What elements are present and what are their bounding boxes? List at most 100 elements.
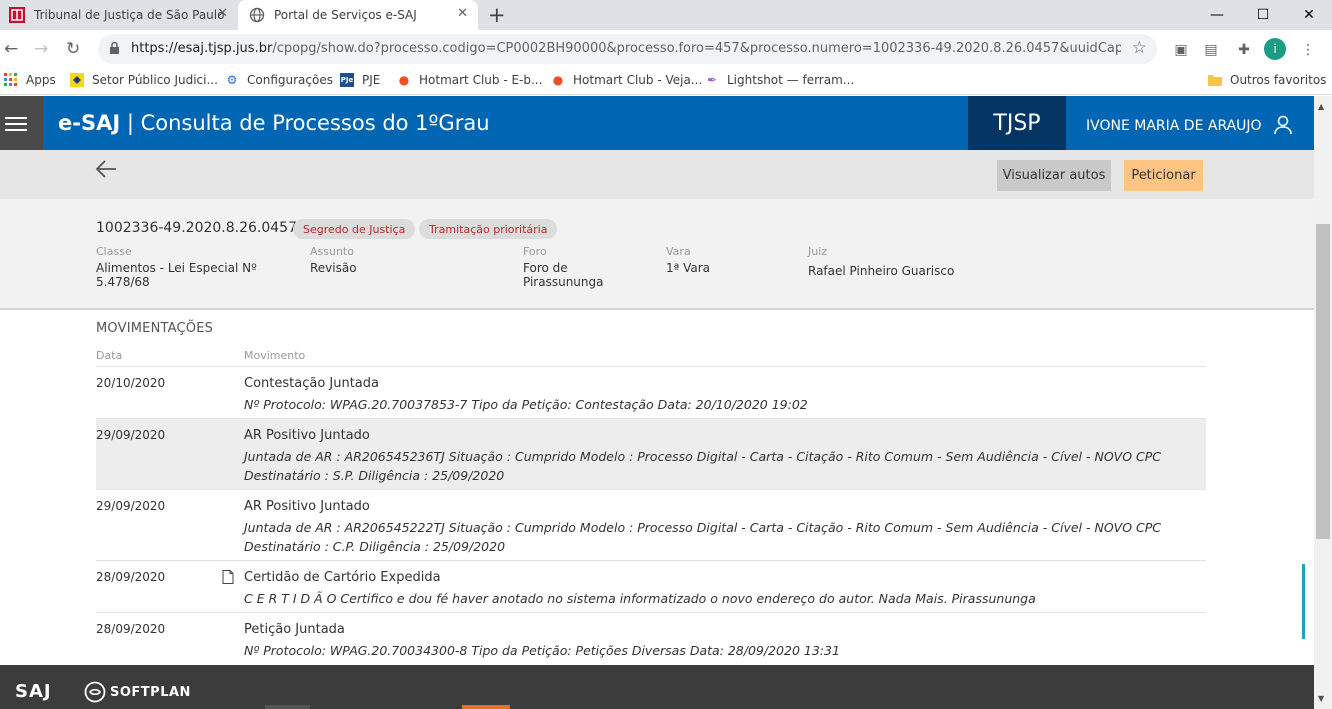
- tab-tribunal[interactable]: Tribunal de Justiça de São Paulo ✕: [0, 0, 238, 30]
- softplan-logo: SOFTPLAN: [84, 681, 191, 703]
- bookmark-label: Configurações: [247, 73, 333, 87]
- field-value-vara: 1ª Vara: [666, 261, 711, 275]
- bookmark-apps[interactable]: Apps: [4, 73, 56, 87]
- softplan-icon: [84, 681, 106, 703]
- field-label-classe: Classe: [96, 245, 132, 258]
- column-header-date: Data: [96, 349, 123, 362]
- movement-row: 20/10/2020 Contestação Juntada Nº Protoc…: [96, 366, 1206, 418]
- globe-icon: [249, 7, 265, 23]
- movement-title[interactable]: Certidão de Cartório Expedida: [244, 570, 441, 585]
- status-badge: Tramitação prioritária: [419, 219, 558, 239]
- movement-title: Petição Juntada: [244, 622, 345, 637]
- movement-date: 29/09/2020: [96, 499, 166, 513]
- movement-row: 28/09/2020 Certidão de Cartório Expedida…: [96, 560, 1206, 612]
- user-name[interactable]: IVONE MARIA DE ARAUJO: [1086, 118, 1262, 134]
- back-arrow-icon[interactable]: [94, 156, 120, 182]
- puzzle-icon[interactable]: ✚: [1234, 40, 1254, 60]
- bookmark-label: Hotmart Club - Veja...: [573, 73, 703, 87]
- movement-row: 29/09/2020 AR Positivo Juntado Juntada d…: [96, 418, 1206, 489]
- hamburger-line: [5, 123, 27, 125]
- movement-row: 28/09/2020 Petição Juntada Nº Protocolo:…: [96, 612, 1206, 664]
- movimentacoes-title: MOVIMENTAÇÕES: [96, 321, 214, 336]
- forward-nav-icon[interactable]: →: [34, 39, 48, 59]
- bookmark-lightshot[interactable]: ✒ Lightshot — ferram...: [705, 73, 854, 87]
- movement-date: 28/09/2020: [96, 570, 166, 584]
- minimize-button[interactable]: —: [1194, 0, 1240, 30]
- field-value-juiz: Rafael Pinheiro Guarisco: [808, 264, 955, 278]
- hamburger-menu-button[interactable]: [0, 96, 43, 150]
- kebab-menu-icon[interactable]: ⋮: [1298, 40, 1318, 60]
- movement-description: Nº Protocolo: WPAG.20.70034300-8 Tipo da…: [244, 643, 840, 658]
- esaj-header: e-SAJ | Consulta de Processos do 1ºGrau …: [0, 96, 1314, 150]
- movement-description: Juntada de AR : AR206545236TJ Situação :…: [244, 449, 1162, 483]
- process-number: 1002336-49.2020.8.26.0457: [96, 220, 297, 236]
- document-icon[interactable]: [222, 570, 234, 584]
- profile-avatar[interactable]: i: [1264, 38, 1286, 60]
- page-title: e-SAJ | Consulta de Processos do 1ºGrau: [58, 111, 490, 135]
- reload-icon[interactable]: ↻: [66, 39, 80, 59]
- movement-title: AR Positivo Juntado: [244, 428, 370, 443]
- peticionar-button[interactable]: Peticionar: [1124, 160, 1203, 191]
- user-icon[interactable]: [1273, 115, 1293, 135]
- pje-icon: PJe: [340, 73, 354, 87]
- saj-logo: SAJ: [15, 681, 52, 702]
- footer-strip: [462, 705, 510, 709]
- url-text: https://esaj.tjsp.jus.br/cpopg/show.do?p…: [131, 41, 1121, 56]
- court-label: TJSP: [968, 96, 1066, 150]
- page-footer: SAJ SOFTPLAN: [0, 665, 1314, 709]
- footer-strip: [265, 705, 310, 709]
- bookmark-configuracoes[interactable]: ⚙ Configurações: [225, 73, 333, 87]
- maximize-button[interactable]: ☐: [1240, 0, 1286, 30]
- bookmark-setor-publico[interactable]: Setor Público Judici...: [70, 73, 218, 87]
- esaj-page: e-SAJ | Consulta de Processos do 1ºGrau …: [0, 96, 1314, 709]
- bookmark-label: Apps: [26, 73, 56, 87]
- scroll-down-icon[interactable]: ▼: [1318, 694, 1324, 703]
- tab-title: Portal de Serviços e-SAJ: [274, 8, 417, 22]
- movement-description: Juntada de AR : AR206545222TJ Situação :…: [244, 520, 1162, 554]
- movement-date: 28/09/2020: [96, 622, 166, 636]
- field-label-assunto: Assunto: [310, 245, 354, 258]
- back-nav-icon[interactable]: ←: [4, 39, 18, 59]
- hamburger-line: [5, 129, 27, 131]
- column-header-movement: Movimento: [244, 349, 306, 362]
- bb-icon: [70, 73, 84, 87]
- bookmark-star-icon[interactable]: ☆: [1132, 38, 1147, 58]
- scroll-up-icon[interactable]: ▲: [1318, 102, 1324, 111]
- tjsp-favicon-icon: [9, 7, 25, 23]
- movement-description: C E R T I D Ã O Certifico e dou fé haver…: [244, 591, 1036, 606]
- gear-icon: ⚙: [226, 73, 238, 87]
- close-window-button[interactable]: ✕: [1286, 0, 1332, 30]
- address-bar[interactable]: https://esaj.tjsp.jus.br/cpopg/show.do?p…: [98, 34, 1157, 64]
- bookmark-hotmart-2[interactable]: ● Hotmart Club - Veja...: [551, 73, 703, 87]
- field-value-classe: Alimentos - Lei Especial Nº 5.478/68: [96, 261, 257, 289]
- bookmark-pje[interactable]: PJe PJE: [340, 73, 380, 87]
- movement-row: 29/09/2020 AR Positivo Juntado Juntada d…: [96, 489, 1206, 560]
- bookmarks-bar: Apps Setor Público Judici... ⚙ Configura…: [0, 68, 1332, 95]
- tab-esaj[interactable]: Portal de Serviços e-SAJ ✕: [238, 0, 478, 30]
- new-tab-button[interactable]: +: [488, 3, 506, 27]
- extension-icon[interactable]: ▣: [1171, 40, 1191, 60]
- extension-icon[interactable]: ▤: [1201, 40, 1221, 60]
- scrollbar-thumb[interactable]: [1316, 224, 1330, 539]
- movement-date: 29/09/2020: [96, 428, 166, 442]
- bookmark-label: Setor Público Judici...: [92, 73, 218, 87]
- close-tab-icon[interactable]: ✕: [217, 6, 228, 21]
- folder-icon: [1208, 73, 1222, 87]
- movement-description: Nº Protocolo: WPAG.20.70037853-7 Tipo da…: [244, 397, 808, 412]
- bookmark-label: Outros favoritos: [1230, 73, 1327, 87]
- lock-icon: [110, 41, 119, 54]
- bookmark-hotmart-1[interactable]: ● Hotmart Club - E-b...: [397, 73, 543, 87]
- field-label-vara: Vara: [666, 245, 691, 258]
- movement-title: Contestação Juntada: [244, 376, 379, 391]
- action-bar: Visualizar autos Peticionar: [0, 150, 1314, 199]
- field-value-assunto: Revisão: [310, 261, 357, 275]
- vertical-scrollbar[interactable]: ▲ ▼: [1314, 96, 1332, 709]
- movement-date: 20/10/2020: [96, 376, 166, 390]
- bookmark-label: Lightshot — ferram...: [727, 73, 855, 87]
- visualizar-autos-button[interactable]: Visualizar autos: [997, 160, 1111, 191]
- status-badge: Segredo de Justiça: [293, 219, 416, 239]
- hotmart-icon: ●: [398, 73, 410, 87]
- lightshot-icon: ✒: [706, 73, 718, 87]
- close-tab-icon[interactable]: ✕: [457, 6, 468, 21]
- bookmark-outros-favoritos[interactable]: Outros favoritos: [1208, 73, 1326, 87]
